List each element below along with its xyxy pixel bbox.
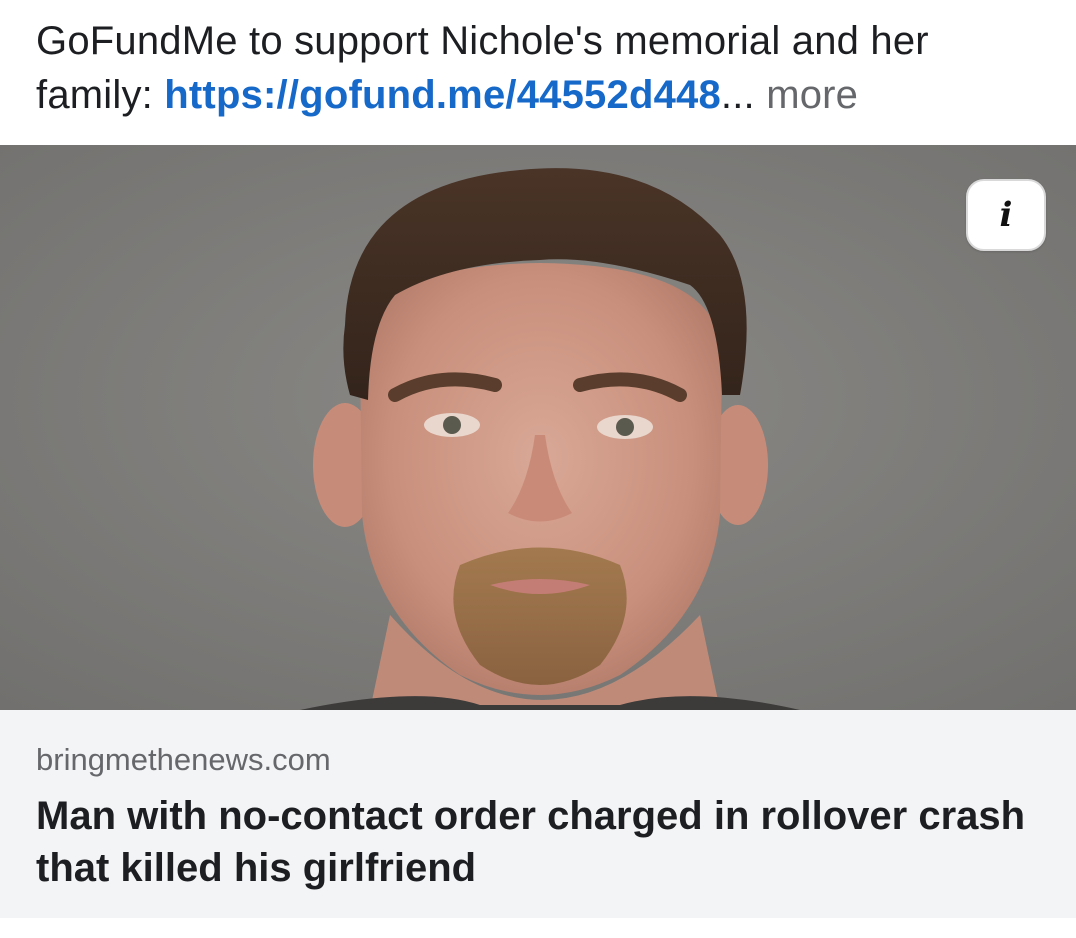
post-ellipsis: ...: [720, 73, 767, 117]
info-icon: i: [999, 195, 1013, 235]
article-image[interactable]: i: [0, 145, 1076, 710]
article-headline[interactable]: Man with no-contact order charged in rol…: [36, 790, 1036, 894]
ad-info-button[interactable]: i: [966, 179, 1046, 251]
feed-spacer: [0, 918, 1076, 938]
gofundme-link[interactable]: https://gofund.me/44552d448: [164, 73, 721, 117]
post-message: GoFundMe to support Nichole's memorial a…: [36, 14, 1046, 122]
link-preview-card[interactable]: i bringmethenews.com Man with no-contact…: [0, 145, 1076, 918]
see-more-button[interactable]: more: [766, 73, 858, 117]
article-domain: bringmethenews.com: [36, 742, 331, 777]
link-card-footer[interactable]: bringmethenews.com Man with no-contact o…: [0, 710, 1076, 918]
person-photo: [0, 145, 1076, 710]
